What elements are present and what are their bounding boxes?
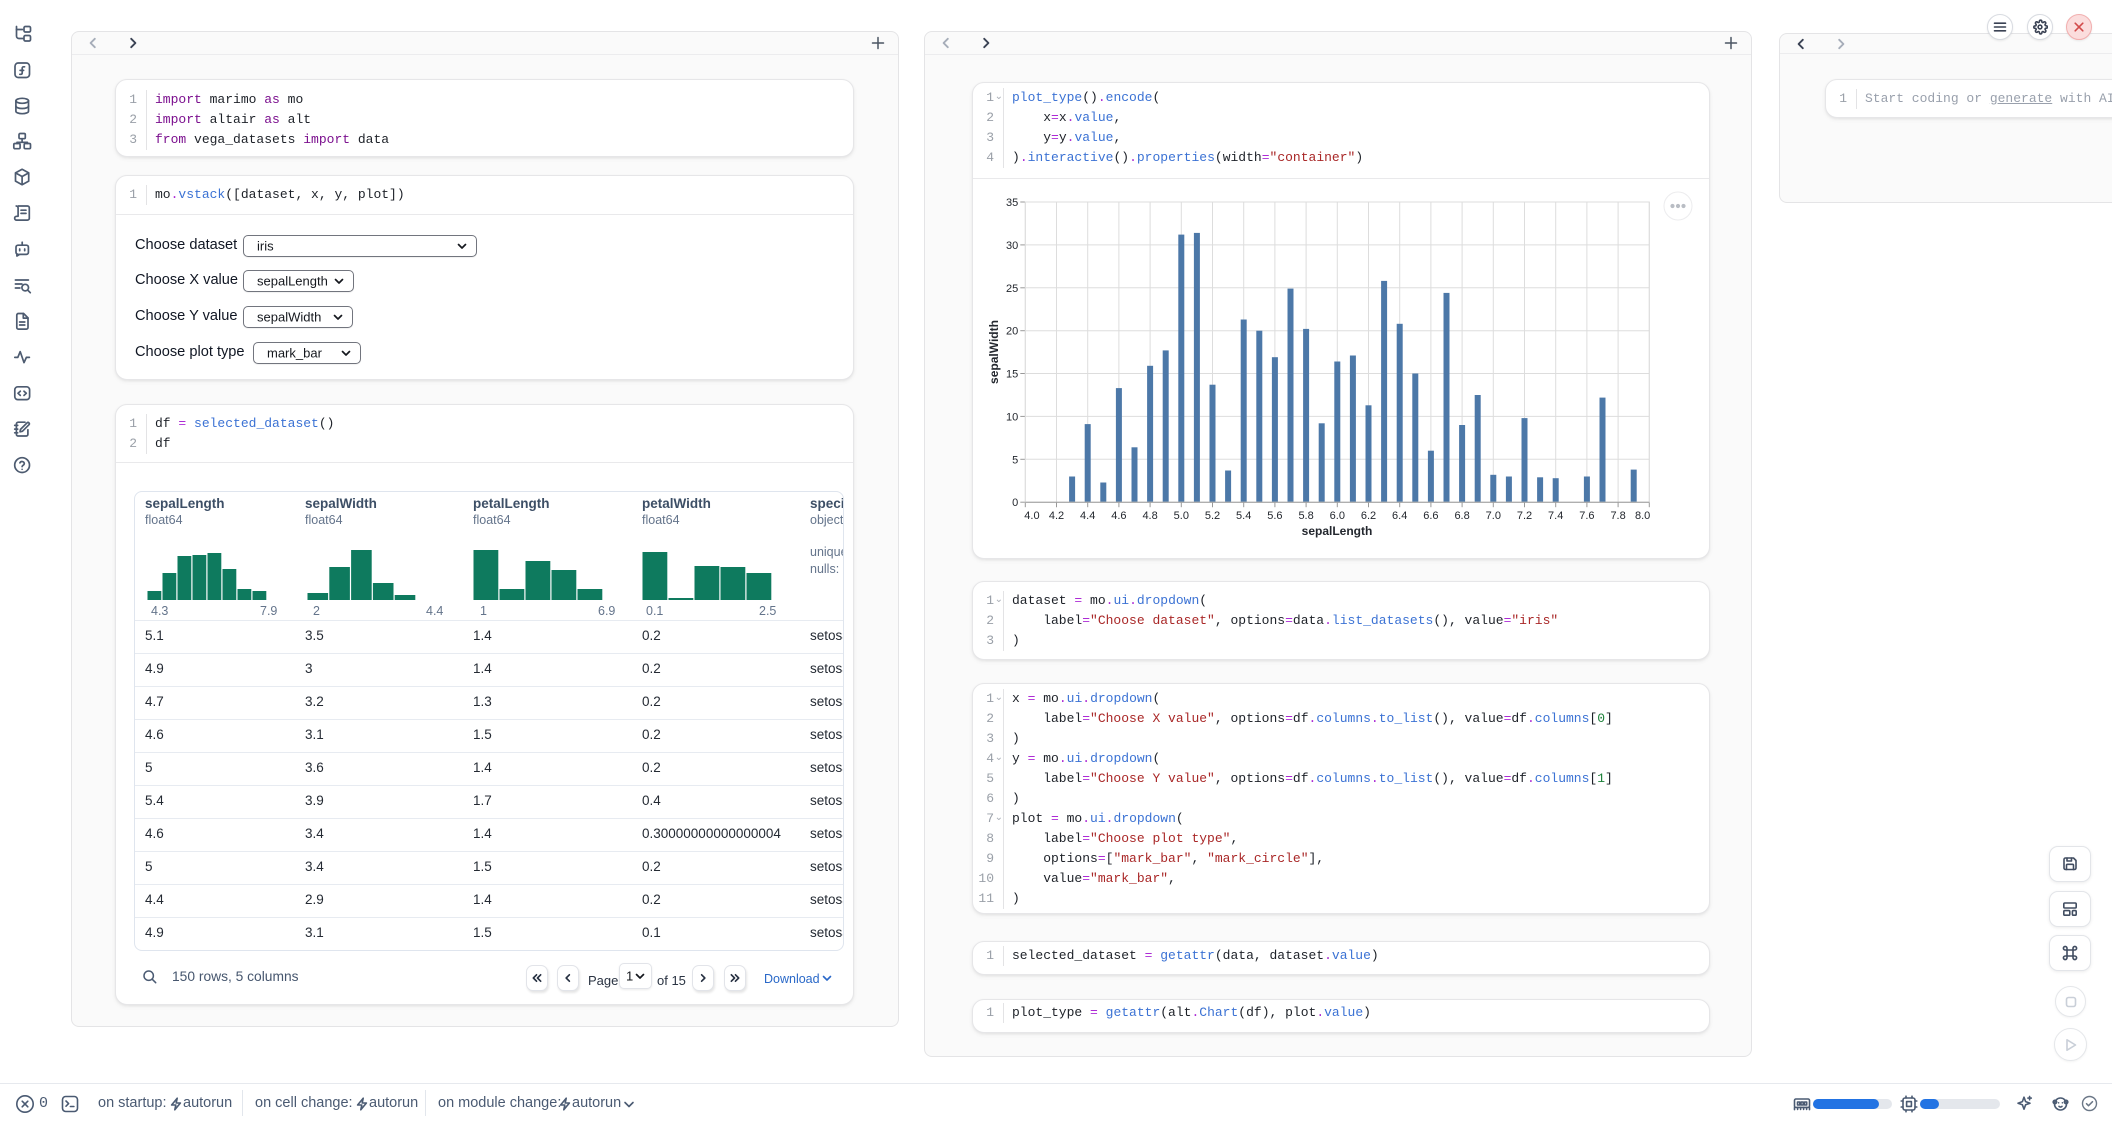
svg-text:7.2: 7.2 xyxy=(1517,510,1532,522)
svg-text:7.6: 7.6 xyxy=(1579,510,1594,522)
svg-text:5.4: 5.4 xyxy=(1236,510,1251,522)
svg-text:20: 20 xyxy=(1006,326,1018,338)
svg-text:30: 30 xyxy=(1006,240,1018,252)
svg-text:6.6: 6.6 xyxy=(1423,510,1438,522)
svg-text:4.6: 4.6 xyxy=(1111,510,1126,522)
svg-text:sepalWidth: sepalWidth xyxy=(987,320,1001,384)
svg-text:6.4: 6.4 xyxy=(1392,510,1407,522)
svg-text:4.2: 4.2 xyxy=(1049,510,1064,522)
svg-text:sepalLength: sepalLength xyxy=(1302,524,1373,538)
svg-text:7.8: 7.8 xyxy=(1610,510,1625,522)
svg-text:5.8: 5.8 xyxy=(1298,510,1313,522)
svg-text:8.0: 8.0 xyxy=(1635,510,1650,522)
svg-text:4.4: 4.4 xyxy=(1080,510,1095,522)
svg-text:6.2: 6.2 xyxy=(1361,510,1376,522)
svg-text:6.8: 6.8 xyxy=(1454,510,1469,522)
svg-text:7.0: 7.0 xyxy=(1486,510,1501,522)
svg-text:5.2: 5.2 xyxy=(1205,510,1220,522)
svg-text:10: 10 xyxy=(1006,411,1018,423)
svg-text:5: 5 xyxy=(1012,454,1018,466)
svg-text:25: 25 xyxy=(1006,283,1018,295)
svg-text:35: 35 xyxy=(1006,197,1018,209)
svg-text:5.0: 5.0 xyxy=(1174,510,1189,522)
svg-text:0: 0 xyxy=(1012,497,1018,509)
svg-text:4.0: 4.0 xyxy=(1024,510,1039,522)
svg-text:6.0: 6.0 xyxy=(1330,510,1345,522)
svg-text:5.6: 5.6 xyxy=(1267,510,1282,522)
svg-text:15: 15 xyxy=(1006,369,1018,381)
svg-text:4.8: 4.8 xyxy=(1142,510,1157,522)
svg-text:7.4: 7.4 xyxy=(1548,510,1563,522)
